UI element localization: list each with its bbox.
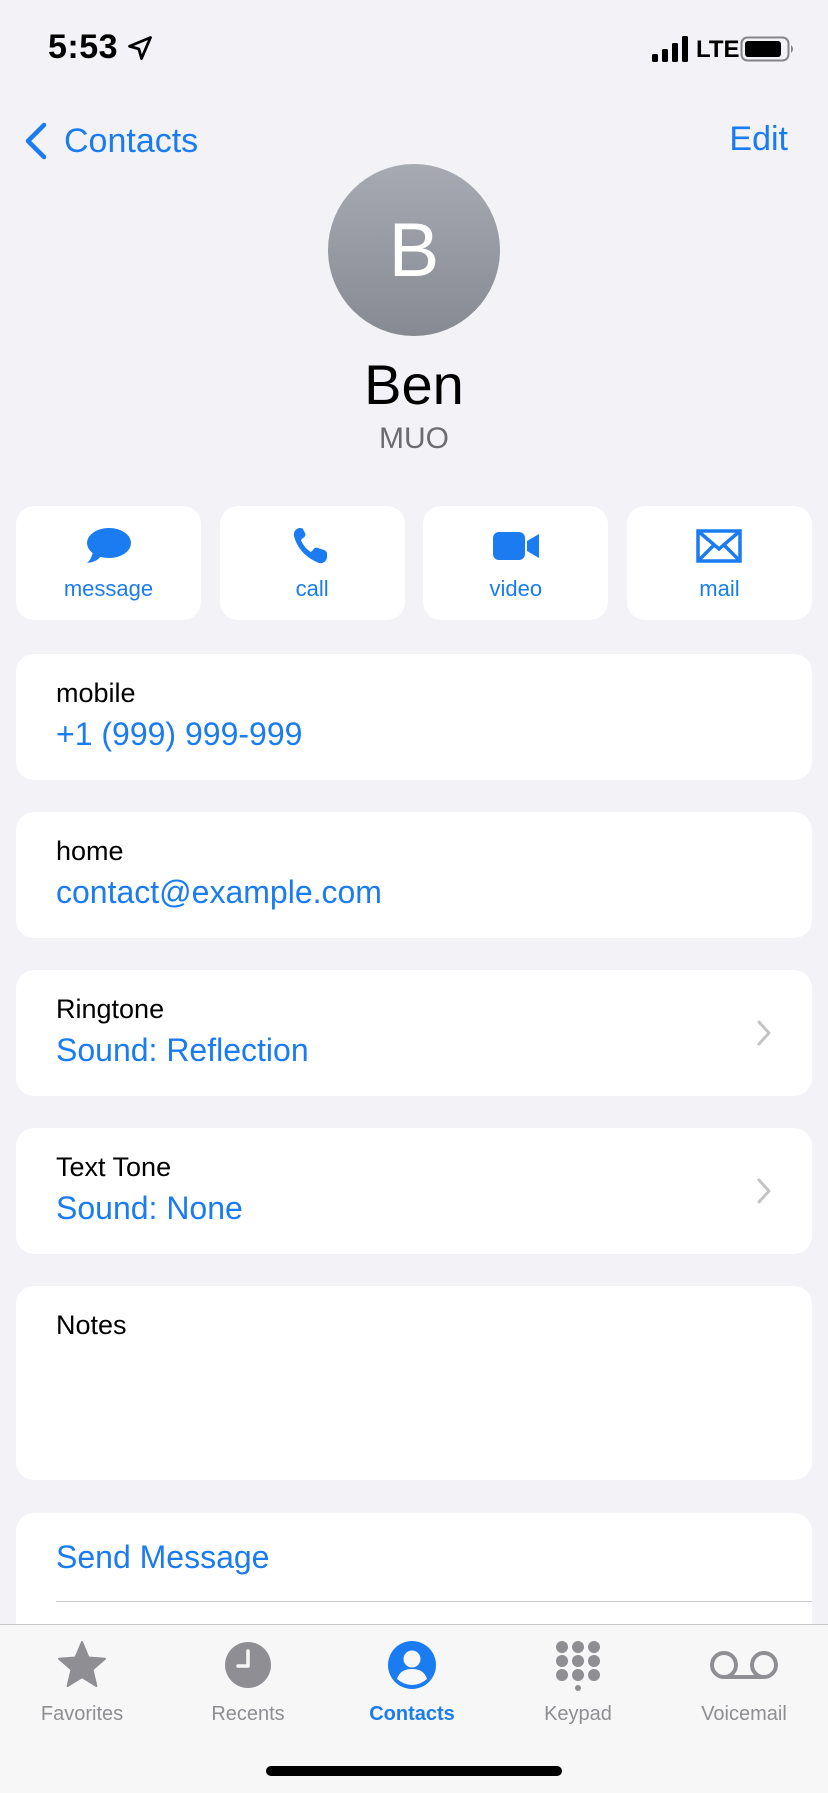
quick-actions: message call video mail: [16, 506, 812, 620]
notes-field[interactable]: Notes: [16, 1286, 812, 1480]
tab-favorites[interactable]: Favorites: [7, 1639, 157, 1726]
voicemail-icon: [710, 1651, 778, 1679]
mobile-phone-card[interactable]: mobile +1 (999) 999-999: [16, 654, 812, 780]
phone-icon: [293, 528, 328, 564]
person-circle-icon: [388, 1641, 436, 1689]
home-email-card[interactable]: home contact@example.com: [16, 812, 812, 938]
tab-keypad[interactable]: Keypad: [503, 1639, 653, 1726]
cellular-signal-icon: [652, 36, 688, 62]
call-button[interactable]: call: [219, 506, 405, 620]
chevron-left-icon: [25, 122, 47, 160]
tab-favorites-label: Favorites: [40, 1703, 124, 1725]
star-icon: [58, 1641, 106, 1687]
notes-label: Notes: [56, 1310, 127, 1340]
network-type-label: LTE: [696, 36, 740, 63]
send-message-link[interactable]: Send Message: [56, 1539, 269, 1576]
contact-company: MUO: [379, 422, 449, 455]
home-email-address[interactable]: contact@example.com: [56, 874, 382, 911]
clock-icon: [225, 1642, 271, 1688]
mail-button[interactable]: mail: [626, 506, 812, 620]
tab-contacts[interactable]: Contacts: [337, 1639, 487, 1726]
home-indicator[interactable]: [266, 1766, 562, 1776]
mail-button-label: mail: [699, 576, 740, 601]
keypad-icon: [556, 1641, 600, 1691]
chevron-right-icon: [757, 1020, 771, 1046]
video-button-label: video: [489, 576, 543, 601]
ringtone-value: Sound: Reflection: [56, 1032, 309, 1068]
envelope-icon: [696, 529, 743, 563]
edit-button[interactable]: Edit: [729, 120, 788, 159]
status-time: 5:53: [48, 28, 119, 66]
message-button[interactable]: message: [16, 506, 201, 620]
message-button-label: message: [63, 576, 154, 601]
text-tone-label: Text Tone: [56, 1152, 172, 1182]
tab-recents-label: Recents: [211, 1703, 285, 1725]
ringtone-row[interactable]: Ringtone Sound: Reflection: [16, 970, 812, 1096]
video-camera-icon: [492, 532, 539, 560]
ringtone-label: Ringtone: [56, 994, 165, 1024]
back-button-label: Contacts: [64, 121, 199, 160]
divider: [56, 1601, 812, 1602]
tab-contacts-label: Contacts: [369, 1703, 455, 1725]
video-button[interactable]: video: [423, 506, 609, 620]
back-button[interactable]: Contacts: [22, 118, 198, 164]
call-button-label: call: [295, 576, 329, 601]
mobile-label: mobile: [56, 678, 136, 708]
tab-voicemail-label: Voicemail: [701, 1703, 787, 1725]
text-tone-value: Sound: None: [56, 1190, 243, 1226]
tab-recents[interactable]: Recents: [173, 1639, 323, 1726]
contact-name: Ben: [364, 353, 464, 416]
message-bubble-icon: [86, 528, 131, 563]
tab-voicemail[interactable]: Voicemail: [669, 1639, 819, 1726]
location-arrow-icon: [128, 36, 152, 60]
avatar-initial: B: [388, 207, 440, 293]
chevron-right-icon: [757, 1178, 771, 1204]
home-email-label: home: [56, 836, 124, 866]
avatar: B: [328, 164, 500, 336]
text-tone-row[interactable]: Text Tone Sound: None: [16, 1128, 812, 1254]
battery-icon: [740, 36, 793, 62]
tab-keypad-label: Keypad: [544, 1703, 612, 1725]
mobile-number[interactable]: +1 (999) 999-999: [56, 716, 302, 753]
status-bar: 5:53 LTE: [0, 0, 828, 100]
